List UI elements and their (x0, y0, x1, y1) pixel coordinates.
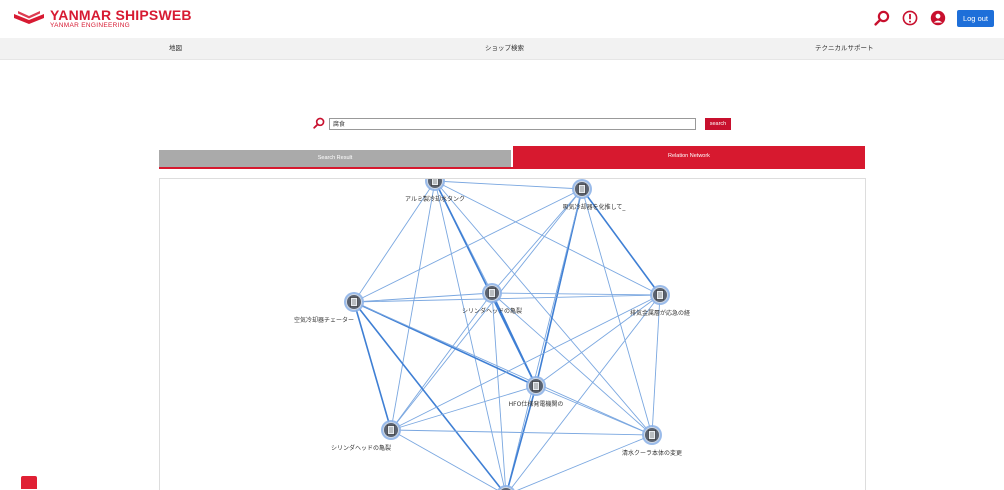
network-edge (391, 430, 506, 490)
search-button[interactable]: search (705, 118, 731, 130)
search-icon (313, 114, 325, 133)
network-edge (354, 189, 582, 302)
tab-relation-network[interactable]: Relation Network (513, 146, 865, 167)
network-node[interactable]: 清水クーラ本体の変更 (622, 425, 682, 457)
document-icon (432, 179, 439, 186)
user-icon[interactable] (929, 9, 947, 27)
network-node-label: シリンダヘッドの亀裂 (331, 444, 391, 452)
network-node-label: HFO仕様発電機関の (509, 400, 564, 408)
main-nav: 地図 ショップ検索 テクニカルサポート (0, 38, 1004, 60)
network-node-label: 空気冷却器チェーター (294, 316, 354, 324)
network-edge (435, 181, 660, 295)
network-node[interactable]: 吸気冷却器を化推して_ (563, 179, 627, 211)
relation-network-panel: アルミ製冷却水タンク吸気冷却器を化推して_シリンダヘッドの亀裂空気冷却器チェータ… (159, 178, 866, 490)
tab-search-result[interactable]: Search Result (159, 150, 511, 167)
tab-underline (159, 167, 865, 169)
network-node-label: 清水クーラ本体の変更 (622, 449, 682, 457)
search-icon[interactable] (873, 9, 891, 27)
info-icon[interactable] (901, 9, 919, 27)
nav-item-shop-search[interactable]: ショップ検索 (485, 38, 524, 59)
network-node[interactable]: シリンダヘッドの亀裂 (331, 420, 401, 452)
network-node[interactable]: 空気冷却器チェーター (294, 292, 364, 324)
network-node[interactable]: 排気金属層が応急の経 (630, 285, 690, 317)
network-edge (354, 302, 391, 430)
network-edges (354, 181, 660, 490)
relation-network-graph[interactable]: アルミ製冷却水タンク吸気冷却器を化推して_シリンダヘッドの亀裂空気冷却器チェータ… (160, 179, 865, 490)
network-node-label: 吸気冷却器を化推して_ (563, 203, 627, 211)
nav-item-map[interactable]: 地図 (169, 38, 182, 59)
brand-subtitle: YANMAR ENGINEERING (50, 23, 192, 30)
network-edge (435, 181, 582, 189)
logout-button[interactable]: Log out (957, 10, 994, 27)
header: YANMAR SHIPSWEB YANMAR ENGINEERING (0, 0, 1004, 38)
network-edge (391, 181, 435, 430)
network-node[interactable]: アルミ製冷却水タンク (405, 179, 465, 203)
network-edge (492, 293, 536, 386)
network-edge (391, 386, 536, 430)
network-edge (492, 293, 660, 295)
nav-item-technical-support[interactable]: テクニカルサポート (815, 38, 874, 59)
network-edge (536, 386, 652, 435)
back-button[interactable] (21, 476, 37, 489)
network-edge (391, 295, 660, 430)
yanmar-logo-icon (14, 11, 44, 27)
network-node-label: 排気金属層が応急の経 (630, 309, 690, 317)
network-edge (506, 435, 652, 490)
result-tabs: Search Result Relation Network (159, 146, 865, 167)
network-node-label: シリンダヘッドの亀裂 (462, 307, 522, 315)
brand-name: YANMAR SHIPSWEB (50, 8, 192, 22)
search-bar: search (313, 114, 731, 133)
yanmar-logo[interactable]: YANMAR SHIPSWEB YANMAR ENGINEERING (14, 8, 192, 30)
search-input[interactable] (329, 118, 696, 130)
network-node-label: アルミ製冷却水タンク (405, 195, 465, 203)
